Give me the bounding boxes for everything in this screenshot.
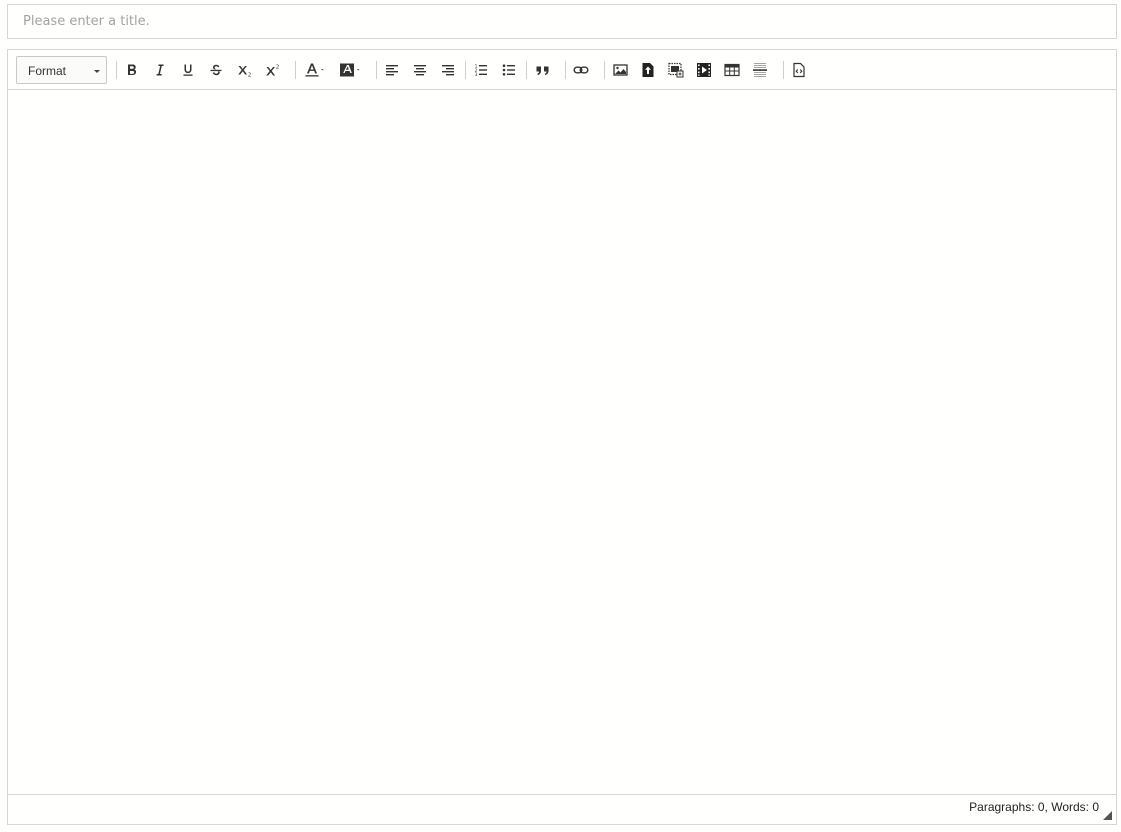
align-left-button[interactable] [384,58,400,82]
horizontal-rule-button[interactable] [752,58,768,82]
background-color-button[interactable] [339,58,365,82]
align-right-button[interactable] [440,58,456,82]
link-button[interactable] [573,58,589,82]
editor-statusbar: Paragraphs: 0, Words: 0 [8,794,1116,824]
video-button[interactable] [696,58,712,82]
chevron-down-icon [94,70,100,73]
ordered-list-button[interactable]: 1 2 3 [473,58,489,82]
editor-content-area[interactable] [8,90,1116,794]
bold-icon [128,64,137,75]
table-button[interactable] [724,58,740,82]
rich-text-editor: Format 2 2 1 2 3 Paragraphs: 0, Words: 0 [7,49,1117,825]
toolbar-separator [565,61,566,79]
file-upload-icon [642,63,654,77]
font-color-button[interactable] [304,58,328,82]
bold-button[interactable] [124,58,140,82]
image-gallery-button[interactable] [668,58,684,82]
background-color-icon [340,63,360,77]
title-input[interactable] [7,4,1117,39]
link-icon [573,66,589,74]
svg-text:2: 2 [276,65,280,71]
underline-button[interactable] [180,58,196,82]
subscript-button[interactable]: 2 [236,58,254,82]
toolbar-separator [604,61,605,79]
underline-icon [183,64,193,76]
font-color-icon [305,63,324,77]
align-left-icon [386,65,398,76]
file-upload-button[interactable] [640,58,656,82]
code-view-icon [793,62,805,78]
toolbar-separator [526,61,527,79]
toolbar-separator [783,61,784,79]
italic-button[interactable] [152,58,168,82]
svg-text:2: 2 [248,73,252,78]
svg-text:3: 3 [475,72,478,77]
video-icon [697,63,711,77]
align-center-button[interactable] [412,58,428,82]
format-dropdown[interactable]: Format [16,56,107,84]
italic-icon [156,64,164,76]
unordered-list-button[interactable] [501,58,517,82]
quote-icon [536,66,549,75]
image-icon [612,64,628,76]
image-button[interactable] [612,58,628,82]
superscript-icon: 2 [266,65,280,76]
strikethrough-button[interactable] [208,58,224,82]
editor-toolbar: Format 2 2 1 2 3 [8,50,1116,90]
subscript-icon: 2 [238,66,252,78]
table-icon [724,63,740,77]
image-gallery-icon [668,62,684,78]
strikethrough-icon [210,64,222,76]
code-view-button[interactable] [791,58,807,82]
word-count-status: Paragraphs: 0, Words: 0 [969,800,1099,814]
horizontal-rule-icon [753,63,767,77]
toolbar-separator [116,61,117,79]
align-center-icon [414,65,426,76]
resize-handle-icon[interactable] [1103,811,1112,820]
format-dropdown-label: Format [28,64,67,78]
align-right-icon [442,65,454,76]
toolbar-separator [295,61,296,79]
blockquote-button[interactable] [534,58,552,82]
toolbar-separator [465,61,466,79]
superscript-button[interactable]: 2 [264,58,282,82]
unordered-list-icon [502,64,515,76]
toolbar-separator [376,61,377,79]
ordered-list-icon: 1 2 3 [475,64,487,77]
